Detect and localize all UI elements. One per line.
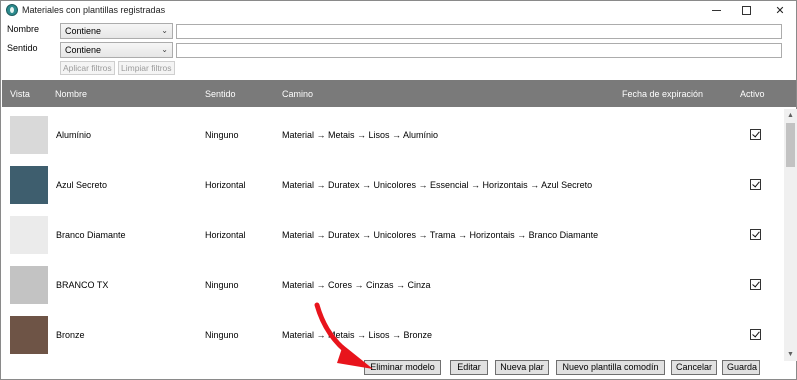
row-camino: Material → Metais → Lisos → Alumínio [282, 130, 439, 140]
column-header-vista[interactable]: Vista [10, 89, 30, 99]
row-sentido: Ninguno [205, 330, 239, 340]
annotation-arrow [314, 302, 373, 369]
material-swatch [10, 266, 48, 304]
sentido-filter-label: Sentido [7, 43, 38, 53]
column-header-activo[interactable]: Activo [740, 89, 765, 99]
scroll-up-icon[interactable]: ▲ [784, 109, 797, 122]
row-sentido: Ninguno [205, 280, 239, 290]
scroll-down-icon[interactable]: ▼ [784, 348, 797, 361]
activo-checkbox[interactable] [750, 329, 761, 340]
grid-header: Vista Nombre Sentido Camino Fecha de exp… [2, 80, 796, 107]
row-nombre: BRANCO TX [56, 280, 109, 290]
material-swatch [10, 116, 48, 154]
column-header-camino[interactable]: Camino [282, 89, 313, 99]
annotation-arrow-head [337, 345, 373, 369]
nombre-mode-value: Contiene [65, 26, 102, 36]
nombre-mode-select[interactable]: Contiene ⌄ [60, 23, 173, 39]
column-header-sentido[interactable]: Sentido [205, 89, 236, 99]
row-camino: Material → Duratex → Unicolores → Trama … [282, 230, 599, 240]
table-row[interactable]: Alumínio Ninguno Material → Metais → Lis… [2, 109, 784, 159]
table-row[interactable]: Branco Diamante Horizontal Material → Du… [2, 209, 784, 259]
row-nombre: Azul Secreto [56, 180, 108, 190]
column-header-fecha[interactable]: Fecha de expiración [622, 89, 703, 99]
material-swatch [10, 316, 48, 354]
material-swatch [10, 166, 48, 204]
table-row[interactable]: Bronze Ninguno Material → Metais → Lisos… [2, 309, 784, 359]
nombre-filter-label: Nombre [7, 24, 40, 34]
row-nombre: Bronze [56, 330, 85, 340]
minimize-button[interactable] [699, 1, 733, 20]
window-title: Materiales con plantillas registradas [22, 5, 166, 15]
minimize-icon [711, 10, 721, 11]
row-nombre: Alumínio [56, 130, 92, 140]
activo-checkbox[interactable] [750, 279, 761, 290]
cancel-button[interactable]: Cancelar [671, 360, 717, 375]
materials-window: Materiales con plantillas registradas ✕ … [0, 0, 797, 380]
new-wildcard-template-button[interactable]: Nuevo plantilla comodín [556, 360, 665, 375]
activo-checkbox[interactable] [750, 179, 761, 190]
sentido-mode-value: Contiene [65, 45, 102, 55]
nombre-filter-input[interactable] [176, 24, 782, 39]
chevron-down-icon: ⌄ [161, 45, 168, 54]
app-icon [6, 4, 18, 16]
apply-filters-button[interactable]: Aplicar filtros [60, 61, 115, 75]
activo-checkbox[interactable] [750, 129, 761, 140]
maximize-button[interactable] [729, 1, 763, 20]
column-header-nombre[interactable]: Nombre [55, 89, 87, 99]
material-swatch [10, 216, 48, 254]
edit-button[interactable]: Editar [450, 360, 488, 375]
close-icon: ✕ [775, 5, 785, 17]
vertical-scrollbar[interactable]: ▲ ▼ [784, 109, 797, 361]
close-button[interactable]: ✕ [763, 1, 797, 20]
table-row[interactable]: Azul Secreto Horizontal Material → Durat… [2, 159, 784, 209]
sentido-filter-input[interactable] [176, 43, 782, 58]
row-sentido: Horizontal [205, 180, 246, 190]
scroll-thumb[interactable] [786, 123, 795, 167]
table-row[interactable]: BRANCO TX Ninguno Material → Cores → Cin… [2, 259, 784, 309]
activo-checkbox[interactable] [750, 229, 761, 240]
new-template-button[interactable]: Nueva plar [495, 360, 549, 375]
materials-grid: Alumínio Ninguno Material → Metais → Lis… [2, 109, 784, 361]
row-sentido: Horizontal [205, 230, 246, 240]
chevron-down-icon: ⌄ [161, 26, 168, 35]
save-button[interactable]: Guarda [722, 360, 760, 375]
sentido-mode-select[interactable]: Contiene ⌄ [60, 42, 173, 58]
clear-filters-button[interactable]: Limpiar filtros [118, 61, 175, 75]
title-bar: Materiales con plantillas registradas ✕ [1, 1, 796, 20]
row-camino: Material → Duratex → Unicolores → Essenc… [282, 180, 593, 190]
row-camino: Material → Cores → Cinzas → Cinza [282, 280, 431, 290]
row-sentido: Ninguno [205, 130, 239, 140]
maximize-icon [741, 6, 751, 15]
row-nombre: Branco Diamante [56, 230, 126, 240]
